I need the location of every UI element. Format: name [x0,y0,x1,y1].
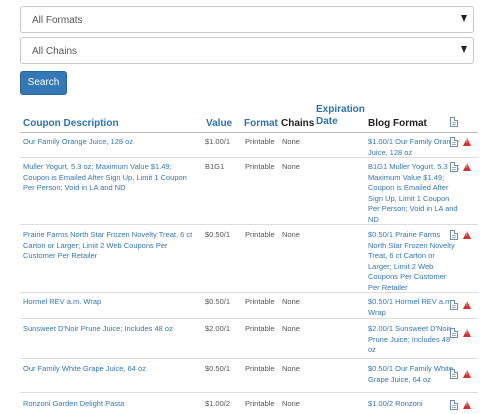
warning-icon[interactable]: ! [463,329,471,337]
coupon-format: Printable [245,137,275,146]
table-row: Our Family White Grape Juice, 64 oz $0.5… [20,364,478,388]
coupon-chains: None [282,230,300,239]
header-expiration-line1: Expiration [316,104,365,115]
table-row: Ronzoni Garden Delight Pasta $1.00/2 Pri… [20,399,478,414]
blog-format-link[interactable]: $1.00/1 Our Family Orange Juice, 128 oz [368,137,460,158]
header-divider [20,132,478,133]
coupon-chains: None [282,162,300,171]
warning-icon[interactable]: ! [463,401,471,409]
table-row: Muller Yogurt, 5.3 oz; Maximum Value $1.… [20,162,478,224]
copy-icon[interactable] [450,400,458,410]
coupon-description-link[interactable]: Ronzoni Garden Delight Pasta [23,399,198,410]
row-divider [20,318,478,319]
header-format[interactable]: Format [244,118,278,130]
coupon-format: Printable [245,230,275,239]
coupon-value: $0.50/1 [205,364,231,373]
blog-format-link[interactable]: $2.00/1 Sunsweet D'Noir Prune Juice; Inc… [368,324,460,356]
chain-filter-select[interactable]: All Chains [20,37,474,64]
table-row: Sunsweet D'Noir Prune Juice; Includes 48… [20,324,478,357]
row-divider [20,358,478,359]
warning-icon[interactable]: ! [463,301,471,309]
coupon-chains: None [282,364,300,373]
copy-icon[interactable] [450,369,458,379]
coupon-format: Printable [245,162,275,171]
coupon-value: $0.50/1 [205,297,231,306]
copy-icon[interactable] [450,328,458,338]
coupon-format: Printable [245,364,275,373]
copy-icon[interactable] [450,137,458,147]
blog-format-link[interactable]: $0.50/1 Our Family White Grape Juice, 64… [368,364,460,385]
coupon-description-link[interactable]: Muller Yogurt, 5.3 oz; Maximum Value $1.… [23,162,198,194]
coupon-chains: None [282,137,300,146]
coupon-value: $1.00/2 [205,399,231,408]
chevron-down-icon [461,15,467,22]
coupon-chains: None [282,297,300,306]
copy-icon[interactable] [450,300,458,310]
blog-format-link[interactable]: $0.50/1 Prairie Farms North Star Frozen … [368,230,460,293]
coupon-value: $0.50/1 [205,230,231,239]
blog-format-link[interactable]: $1.00/2 Ronzoni [368,399,460,410]
row-divider [20,392,478,393]
chevron-down-icon [461,46,467,53]
header-blog-format: Blog Format [368,118,427,129]
copy-all-icon[interactable] [450,117,458,127]
search-button[interactable]: Search [20,71,67,95]
row-divider [20,224,478,225]
copy-icon[interactable] [450,162,458,172]
format-filter-select[interactable]: All Formats [20,6,474,33]
header-chains: Chains [281,118,315,129]
blog-format-link[interactable]: B1G1 Muller Yogurt, 5.3 oz; Maximum Valu… [368,162,460,225]
table-row: Our Family Orange Juice, 128 oz $1.00/1 … [20,137,478,157]
header-value[interactable]: Value [206,118,232,130]
coupon-format: Printable [245,297,275,306]
coupon-format: Printable [245,399,275,408]
copy-icon[interactable] [450,230,458,240]
row-divider [20,292,478,293]
warning-icon[interactable]: ! [463,370,471,378]
coupon-description-link[interactable]: Our Family Orange Juice, 128 oz [23,137,198,148]
chain-filter-value: All Chains [32,46,78,57]
coupon-description-link[interactable]: Hormel REV a.m. Wrap [23,297,198,308]
blog-format-link[interactable]: $0.50/1 Hormel REV a.m. Wrap [368,297,460,318]
coupon-value: B1G1 [205,162,225,171]
coupon-value: $2.00/1 [205,324,231,333]
table-row: Prairie Farms North Star Frozen Novelty … [20,230,478,292]
warning-icon[interactable]: ! [463,138,471,146]
format-filter-value: All Formats [32,15,83,26]
table-row: Hormel REV a.m. Wrap $0.50/1 Printable N… [20,297,478,317]
coupon-description-link[interactable]: Our Family White Grape Juice, 64 oz [23,364,198,375]
warning-icon[interactable]: ! [463,163,471,171]
coupon-value: $1.00/1 [205,137,231,146]
header-expiration-line2: Date [316,116,338,127]
coupon-description-link[interactable]: Sunsweet D'Noir Prune Juice; Includes 48… [23,324,198,335]
warning-icon[interactable]: ! [463,231,471,239]
header-coupon-description[interactable]: Coupon Description [23,118,119,130]
coupon-chains: None [282,399,300,408]
coupon-format: Printable [245,324,275,333]
header-expiration-date[interactable]: Expiration Date [316,104,365,128]
coupon-description-link[interactable]: Prairie Farms North Star Frozen Novelty … [23,230,198,262]
coupon-chains: None [282,324,300,333]
row-divider [20,157,478,158]
